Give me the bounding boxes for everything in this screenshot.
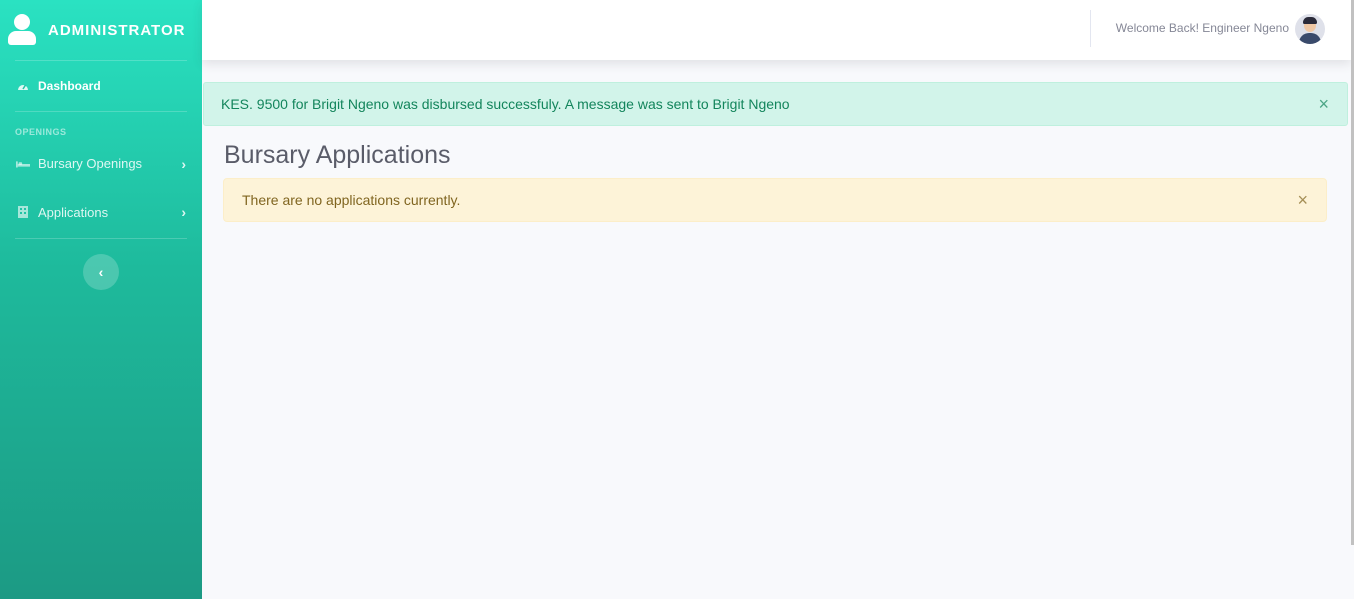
close-icon[interactable]: × <box>1318 95 1329 113</box>
sidebar-item-label: Dashboard <box>38 79 101 93</box>
brand-title: ADMINISTRATOR <box>48 21 186 39</box>
page-title: Bursary Applications <box>224 141 451 169</box>
topbar-divider <box>1090 10 1091 47</box>
building-icon <box>16 206 30 218</box>
sidebar-brand[interactable]: ADMINISTRATOR <box>0 0 202 60</box>
chevron-right-icon: › <box>181 155 186 172</box>
sidebar-item-dashboard[interactable]: Dashboard <box>0 61 202 111</box>
close-icon[interactable]: × <box>1297 191 1308 209</box>
user-icon <box>8 14 36 46</box>
sidebar-item-label: Bursary Openings <box>38 156 143 171</box>
sidebar: ADMINISTRATOR Dashboard OPENINGS Bursary… <box>0 0 202 599</box>
warning-alert: There are no applications currently. × <box>223 178 1327 222</box>
bed-icon <box>16 160 30 168</box>
welcome-text[interactable]: Welcome Back! Engineer Ngeno <box>1116 21 1289 35</box>
chevron-left-icon: ‹ <box>98 264 104 280</box>
tachometer-icon <box>16 81 30 91</box>
warning-alert-message: There are no applications currently. <box>242 192 461 208</box>
sidebar-item-applications[interactable]: Applications › <box>0 186 202 238</box>
chevron-right-icon: › <box>181 204 186 220</box>
topbar: Welcome Back! Engineer Ngeno <box>202 0 1351 60</box>
success-alert-message: KES. 9500 for Brigit Ngeno was disbursed… <box>221 96 790 112</box>
sidebar-heading: OPENINGS <box>15 127 67 137</box>
avatar[interactable] <box>1295 14 1325 44</box>
sidebar-toggle-wrap: ‹ <box>0 239 202 290</box>
success-alert: KES. 9500 for Brigit Ngeno was disbursed… <box>203 82 1348 126</box>
sidebar-toggle-button[interactable]: ‹ <box>83 254 119 290</box>
sidebar-item-label: Applications <box>38 204 109 220</box>
sidebar-item-bursary-openings[interactable]: Bursary Openings › <box>0 141 202 186</box>
